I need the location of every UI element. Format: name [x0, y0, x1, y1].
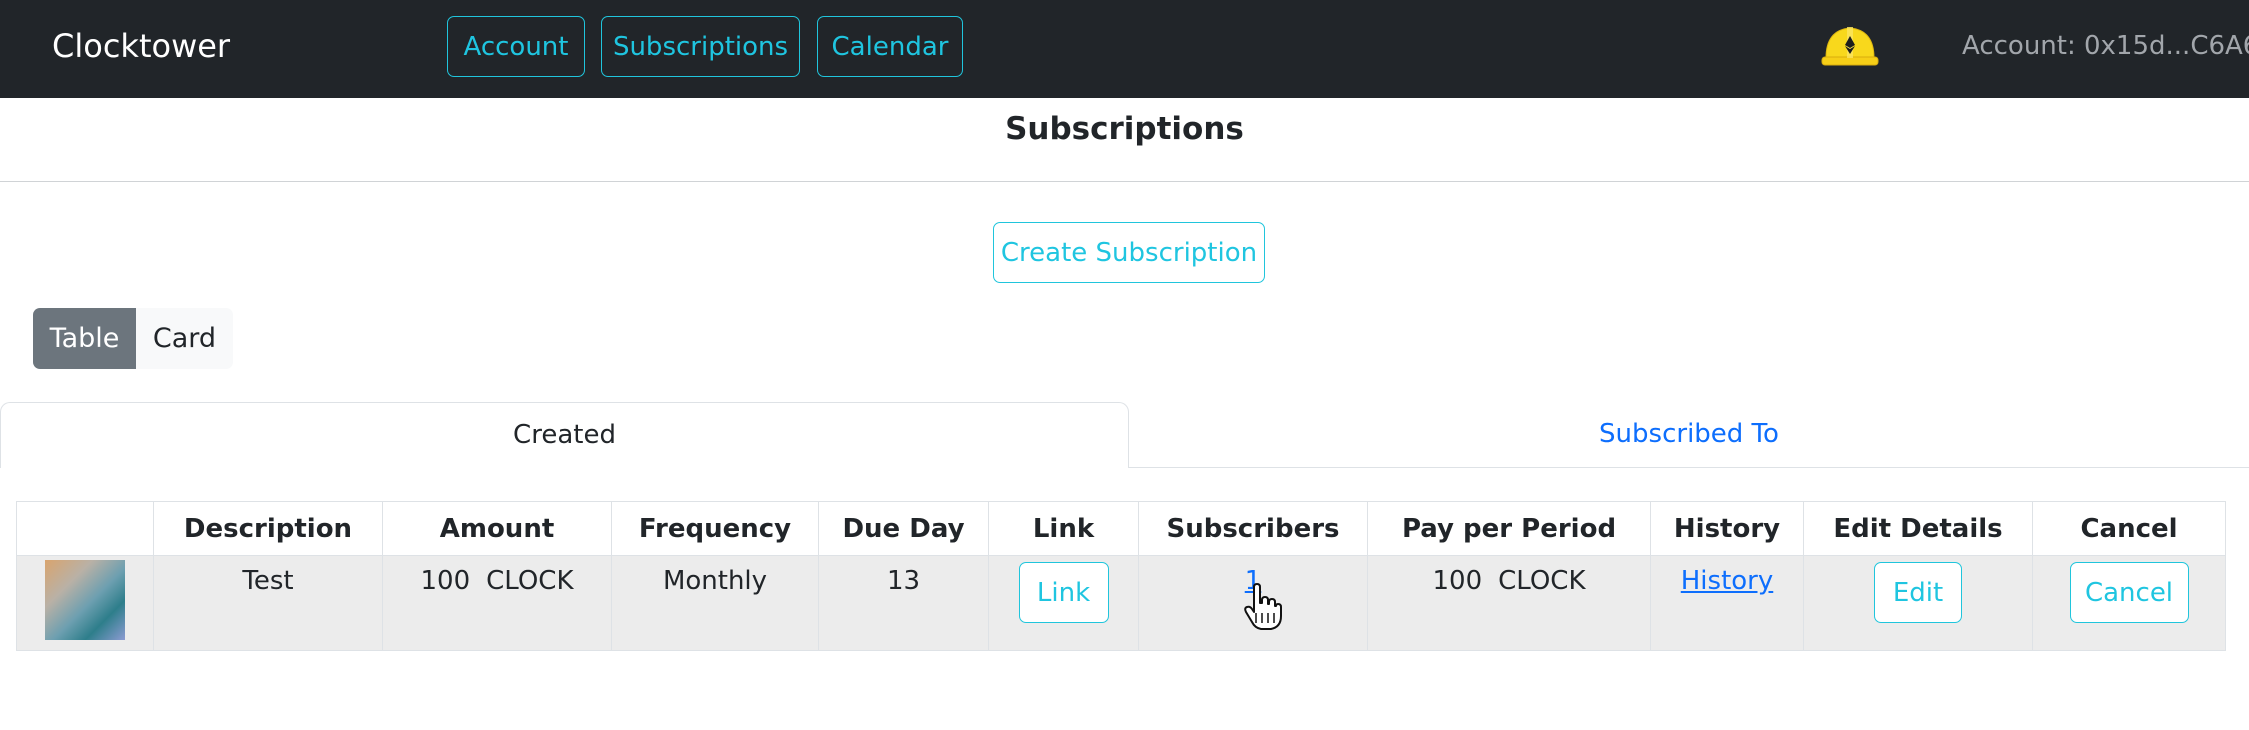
toggle-card-button[interactable]: Card	[136, 308, 233, 369]
header-subscribers: Subscribers	[1138, 501, 1368, 556]
view-toggle: Table Card	[33, 308, 233, 369]
hand-pointer-cursor-icon	[1244, 583, 1282, 630]
header-edit-details: Edit Details	[1803, 501, 2033, 556]
top-navbar: Clocktower Account Subscriptions Calenda…	[0, 0, 2249, 98]
create-subscription-button[interactable]: Create Subscription	[993, 222, 1265, 283]
edit-button[interactable]: Edit	[1874, 562, 1962, 623]
header-frequency: Frequency	[611, 501, 819, 556]
cancel-button[interactable]: Cancel	[2069, 562, 2189, 623]
amount-value: 100	[420, 566, 471, 596]
table-row: Test 100 CLOCK Monthly 13 Link 1 100 CLOCK…	[16, 555, 2226, 651]
due-day-text: 13	[886, 566, 921, 596]
header-pay-per-period: Pay per Period	[1367, 501, 1651, 556]
table-header-row: Description Amount Frequency Due Day Lin…	[16, 501, 2226, 556]
header-description: Description	[153, 501, 383, 556]
history-cell: History	[1650, 555, 1804, 651]
description-cell: Test	[153, 555, 383, 651]
nav-account-button[interactable]: Account	[447, 16, 585, 77]
header-cancel: Cancel	[2032, 501, 2226, 556]
frequency-cell: Monthly	[611, 555, 819, 651]
brand-title[interactable]: Clocktower	[52, 26, 230, 66]
header-image	[16, 501, 154, 556]
pay-token: CLOCK	[1498, 566, 1586, 596]
header-link: Link	[988, 501, 1139, 556]
header-history: History	[1650, 501, 1804, 556]
metamask-helmet-icon[interactable]	[1820, 24, 1880, 68]
description-text: Test	[242, 566, 294, 596]
tab-subscribed-to[interactable]: Subscribed To	[1129, 402, 2249, 468]
page-title: Subscriptions	[1005, 111, 1244, 147]
amount-token: CLOCK	[486, 566, 574, 596]
link-cell: Link	[988, 555, 1139, 651]
edit-cell: Edit	[1803, 555, 2033, 651]
pay-value: 100	[1432, 566, 1483, 596]
nav-calendar-button[interactable]: Calendar	[817, 16, 963, 77]
tab-created[interactable]: Created	[0, 402, 1129, 468]
nav-subscriptions-button[interactable]: Subscriptions	[601, 16, 800, 77]
amount-cell: 100 CLOCK	[382, 555, 612, 651]
title-divider	[0, 181, 2249, 182]
tab-divider	[1129, 467, 2249, 468]
thumbnail-cell	[16, 555, 154, 651]
frequency-text: Monthly	[662, 566, 768, 596]
pay-per-period-cell: 100 CLOCK	[1367, 555, 1651, 651]
history-link[interactable]: History	[1681, 566, 1774, 596]
cancel-cell: Cancel	[2032, 555, 2226, 651]
subscription-thumbnail	[45, 560, 125, 640]
header-due-day: Due Day	[818, 501, 989, 556]
header-amount: Amount	[382, 501, 612, 556]
due-day-cell: 13	[818, 555, 989, 651]
link-button[interactable]: Link	[1018, 562, 1109, 623]
subscriptions-table: Description Amount Frequency Due Day Lin…	[16, 501, 2226, 651]
toggle-table-button[interactable]: Table	[33, 308, 136, 369]
account-address: Account: 0x15d...C6A65	[1962, 31, 2249, 61]
